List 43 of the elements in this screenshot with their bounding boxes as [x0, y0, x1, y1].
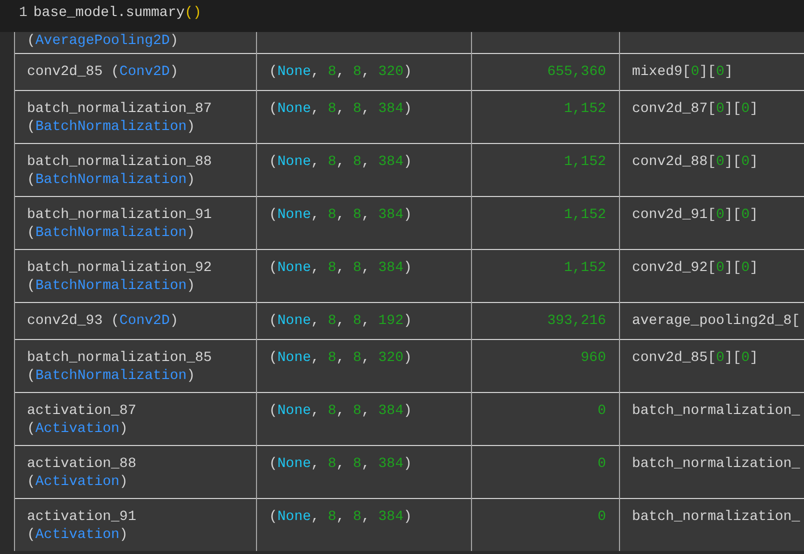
param-count-cell: 0	[598, 456, 606, 472]
layer-name-cell-text: batch_normalization_85 (BatchNormalization)	[27, 350, 213, 384]
connected-to-cell: batch_normalization_	[632, 456, 800, 472]
connected-to-cell: batch_normalization_	[632, 508, 800, 524]
connected-to-cell: batch_normalization_	[632, 402, 800, 418]
output-shape-cell: (None, 8, 8, 384)	[269, 154, 412, 170]
code-line: base_model.summary()	[33, 5, 202, 21]
param-count-cell: 1,152	[564, 206, 606, 222]
param-count-cell: 1,152	[564, 100, 606, 116]
output-shape-cell: (None, 8, 8, 384)	[269, 402, 412, 418]
output-shape-cell: (None, 8, 8, 384)	[269, 206, 412, 222]
layer-name-cell-text: activation_91 (Activation)	[27, 508, 138, 542]
connected-to-cell: conv2d_92[0][0]	[632, 260, 758, 276]
layer-name-cell-text: batch_normalization_92 (BatchNormalization)	[27, 260, 213, 294]
output-shape-cell: (None, 8, 8, 384)	[269, 260, 412, 276]
param-count-cell: 655,360	[547, 64, 606, 80]
param-count-cell: 0	[598, 508, 606, 524]
layer-name-cell-text: activation_88 (Activation)	[27, 456, 138, 490]
param-count-cell: 393,216	[547, 312, 606, 328]
connected-to-cell: conv2d_88[0][0]	[632, 154, 758, 170]
connected-to-cell: mixed9[0][0]	[632, 64, 733, 80]
output-shape-cell: (None, 8, 8, 384)	[269, 100, 412, 116]
layer-name-cell-text: batch_normalization_88 (BatchNormalization)	[27, 154, 213, 188]
output-shape-cell: (None, 8, 8, 384)	[269, 456, 412, 472]
param-count-cell: 960	[580, 350, 606, 366]
layer-name-cell: (AveragePooling2D)	[27, 33, 178, 49]
output-shape-cell: (None, 8, 8, 384)	[269, 508, 412, 524]
param-count-cell: 1,152	[564, 260, 606, 276]
output-shape-cell: (None, 8, 8, 320)	[269, 350, 412, 366]
param-count-cell: 0	[598, 402, 606, 418]
connected-to-cell: conv2d_85[0][0]	[632, 350, 758, 366]
layer-name-cell-text: batch_normalization_87 (BatchNormalization)	[27, 100, 213, 134]
layer-name-cell-text: batch_normalization_91 (BatchNormalization)	[27, 206, 213, 240]
connected-to-cell: average_pooling2d_8[	[632, 312, 800, 328]
connected-to-cell: conv2d_91[0][0]	[632, 206, 758, 222]
output-shape-cell: (None, 8, 8, 192)	[269, 312, 412, 328]
param-count-cell: 1,152	[564, 154, 606, 170]
connected-to-cell: conv2d_87[0][0]	[632, 100, 758, 116]
layer-name-cell: conv2d_85 (Conv2D)	[27, 64, 178, 80]
layer-name-cell: conv2d_93 (Conv2D)	[27, 312, 178, 328]
layer-name-cell-text: activation_87 (Activation)	[27, 402, 138, 436]
line-number: 1	[19, 5, 28, 21]
output-shape-cell: (None, 8, 8, 320)	[269, 64, 412, 80]
